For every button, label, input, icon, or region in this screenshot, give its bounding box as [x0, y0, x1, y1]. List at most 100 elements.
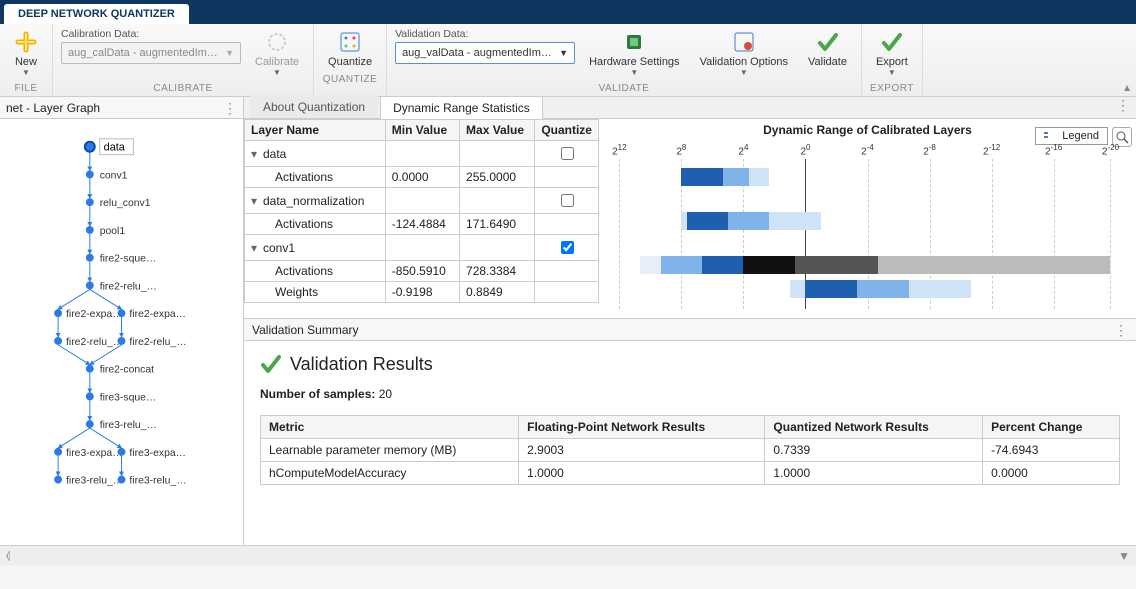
validation-data-dropdown[interactable]: aug_valData - augmentedIm… ▼ [395, 42, 575, 64]
validation-summary-header: Validation Summary ⋮ [244, 319, 1136, 341]
svg-text:fire2-concat: fire2-concat [100, 365, 154, 376]
hardware-settings-button[interactable]: Hardware Settings ▼ [583, 28, 686, 79]
pane-menu-icon[interactable]: ⋮ [223, 103, 237, 113]
quantize-checkbox[interactable] [561, 194, 574, 207]
section-calibrate-title: CALIBRATE [61, 83, 305, 94]
section-quantize-title: QUANTIZE [322, 74, 378, 85]
validation-results-table[interactable]: Metric Floating-Point Network Results Qu… [260, 415, 1120, 485]
dynamic-range-chart[interactable]: Dynamic Range of Calibrated Layers Legen… [599, 119, 1136, 318]
section-quantize: Quantize QUANTIZE [314, 24, 387, 96]
validate-button[interactable]: Validate [802, 28, 853, 70]
svg-text:fire3-relu_…: fire3-relu_… [66, 476, 123, 487]
tab-about-quantization[interactable]: About Quantization [250, 95, 378, 118]
calibration-data-dropdown[interactable]: aug_calData - augmentedIm… ▼ [61, 42, 241, 64]
expand-caret-icon[interactable]: ▾ [251, 241, 263, 255]
quantize-button[interactable]: Quantize [322, 28, 378, 70]
calibrate-icon [265, 30, 289, 54]
col-layer-name[interactable]: Layer Name [245, 120, 386, 141]
chevron-down-icon: ▼ [22, 68, 30, 77]
toolstrip: New ▼ FILE Calibration Data: aug_calData… [0, 24, 1136, 97]
calibrate-button[interactable]: Calibrate ▼ [249, 28, 305, 79]
new-label: New [15, 56, 37, 68]
col-float-results[interactable]: Floating-Point Network Results [519, 416, 765, 439]
stats-area: Layer Name Min Value Max Value Quantize … [244, 119, 1136, 319]
svg-text:fire2-relu_…: fire2-relu_… [66, 337, 123, 348]
section-validate-title: VALIDATE [395, 83, 853, 94]
validation-data-label: Validation Data: [395, 28, 575, 40]
svg-text:fire3-relu_…: fire3-relu_… [129, 476, 186, 487]
table-row[interactable]: ▾conv1 [245, 235, 599, 261]
export-button[interactable]: Export ▼ [870, 28, 914, 79]
quantize-checkbox[interactable] [561, 241, 574, 254]
svg-text:fire2-expa…: fire2-expa… [129, 309, 186, 320]
quantize-icon [338, 30, 362, 54]
quantize-checkbox[interactable] [561, 147, 574, 160]
svg-text:fire3-expa…: fire3-expa… [66, 448, 123, 459]
svg-text:relu_conv1: relu_conv1 [100, 198, 151, 209]
layer-graph-pane: net - Layer Graph ⋮ [0, 97, 244, 545]
export-check-icon [880, 30, 904, 54]
svg-text:fire3-expa…: fire3-expa… [129, 448, 186, 459]
toolstrip-expand-icon[interactable]: ▲ [1122, 83, 1132, 94]
svg-text:data: data [104, 142, 126, 154]
new-button[interactable]: New ▼ [8, 28, 44, 79]
layer-graph[interactable]: data conv1 relu_conv1 pool1 fire2-sque… … [0, 119, 243, 545]
check-icon [816, 30, 840, 54]
table-row[interactable]: Weights -0.9198 0.8849 [245, 282, 599, 303]
table-row[interactable]: hComputeModelAccuracy 1.0000 1.0000 0.00… [261, 462, 1120, 485]
section-export: Export ▼ EXPORT [862, 24, 923, 96]
bar-conv1-weights [609, 277, 1126, 301]
workspace: net - Layer Graph ⋮ [0, 97, 1136, 545]
svg-text:fire2-relu_…: fire2-relu_… [129, 337, 186, 348]
table-row[interactable]: Learnable parameter memory (MB) 2.9003 0… [261, 439, 1120, 462]
col-min-value[interactable]: Min Value [385, 120, 459, 141]
status-prev-icon[interactable]: ⦉ [6, 548, 10, 563]
col-quant-results[interactable]: Quantized Network Results [765, 416, 983, 439]
layer-graph-header: net - Layer Graph ⋮ [0, 97, 243, 119]
bar-dn-activations [609, 209, 1126, 233]
samples-value: 20 [379, 387, 392, 401]
table-row[interactable]: Activations 0.0000 255.0000 [245, 167, 599, 188]
plus-icon [14, 30, 38, 54]
tabstrip-menu-icon[interactable]: ⋮ [1116, 100, 1130, 110]
chevron-down-icon: ▼ [225, 48, 234, 58]
col-percent-change[interactable]: Percent Change [983, 416, 1120, 439]
statusbar: ⦉ ▼ [0, 545, 1136, 565]
expand-caret-icon[interactable]: ▾ [251, 194, 263, 208]
table-row[interactable]: Activations -124.4884 171.6490 [245, 214, 599, 235]
svg-text:pool1: pool1 [100, 226, 126, 237]
validation-results-title: Validation Results [260, 353, 1120, 375]
right-pane: About Quantization Dynamic Range Statist… [244, 97, 1136, 545]
chevron-down-icon: ▼ [888, 68, 896, 77]
bar-data-activations [609, 165, 1126, 189]
chevron-down-icon: ▼ [273, 68, 281, 77]
legend-icon [1044, 131, 1056, 141]
calibration-data-label: Calibration Data: [61, 28, 241, 40]
status-collapse-icon[interactable]: ▼ [1118, 549, 1130, 563]
svg-text:conv1: conv1 [100, 170, 128, 181]
magnifier-icon [1115, 130, 1129, 144]
svg-text:fire3-sque…: fire3-sque… [100, 392, 157, 403]
table-row[interactable]: ▾data_normalization [245, 188, 599, 214]
chevron-down-icon: ▼ [630, 68, 638, 77]
svg-text:fire2-expa…: fire2-expa… [66, 309, 123, 320]
table-row[interactable]: ▾data [245, 141, 599, 167]
chevron-down-icon: ▼ [559, 48, 568, 58]
stats-table[interactable]: Layer Name Min Value Max Value Quantize … [244, 119, 599, 318]
pane-menu-icon[interactable]: ⋮ [1114, 325, 1128, 335]
samples-label: Number of samples: [260, 387, 375, 401]
svg-text:fire3-relu_…: fire3-relu_… [100, 420, 157, 431]
layer-graph-title: net - Layer Graph [6, 101, 100, 115]
app-tab[interactable]: DEEP NETWORK QUANTIZER [4, 4, 189, 24]
col-metric[interactable]: Metric [261, 416, 519, 439]
validation-options-button[interactable]: Validation Options ▼ [694, 28, 794, 79]
expand-caret-icon[interactable]: ▾ [251, 147, 263, 161]
tab-dynamic-range-statistics[interactable]: Dynamic Range Statistics [380, 96, 543, 119]
col-max-value[interactable]: Max Value [460, 120, 535, 141]
validation-data-value: aug_valData - augmentedIm… [402, 47, 552, 59]
section-file-title: FILE [8, 83, 44, 94]
svg-text:fire2-sque…: fire2-sque… [100, 254, 157, 265]
section-calibrate: Calibration Data: aug_calData - augmente… [53, 24, 314, 96]
table-row[interactable]: Activations -850.5910 728.3384 [245, 261, 599, 282]
col-quantize[interactable]: Quantize [535, 120, 599, 141]
